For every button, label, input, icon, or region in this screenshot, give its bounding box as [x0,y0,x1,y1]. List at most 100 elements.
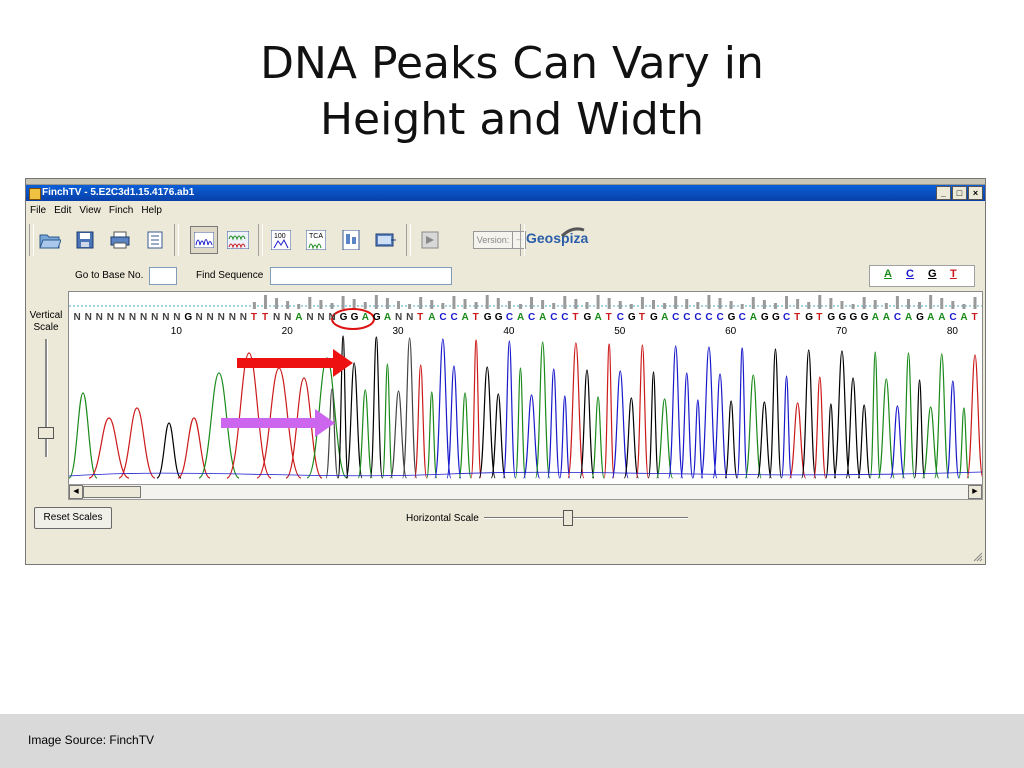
minimize-button[interactable]: _ [936,186,951,200]
base-call[interactable]: T [417,312,423,323]
horizontal-scale-slider-thumb[interactable] [563,510,573,526]
base-call[interactable]: T [794,312,800,323]
base-call[interactable]: A [661,312,668,323]
base-call[interactable]: A [883,312,890,323]
base-call[interactable]: N [173,312,180,323]
base-call[interactable]: G [583,312,591,323]
vertical-scale-slider-track[interactable] [45,339,48,457]
reset-scales-button[interactable]: Reset Scales [34,507,112,529]
base-call[interactable]: C [561,312,568,323]
base-call[interactable]: G [827,312,835,323]
base-call[interactable]: G [484,312,492,323]
base-call[interactable]: A [905,312,912,323]
base-call[interactable]: C [550,312,557,323]
base-call[interactable]: C [439,312,446,323]
base-call[interactable]: N [107,312,114,323]
legend-base-t[interactable]: T [950,268,957,280]
base-call[interactable]: A [462,312,469,323]
base-call[interactable]: G [861,312,869,323]
base-call[interactable]: C [672,312,679,323]
base-call[interactable]: C [528,312,535,323]
base-call[interactable]: G [351,312,359,323]
quality-100-button[interactable]: 100 [267,226,295,254]
base-call[interactable]: N [151,312,158,323]
close-button[interactable]: × [968,186,983,200]
base-call[interactable]: A [938,312,945,323]
base-call[interactable]: C [705,312,712,323]
base-call[interactable]: G [805,312,813,323]
base-call[interactable]: A [362,312,369,323]
base-call[interactable]: A [750,312,757,323]
base-call[interactable]: G [628,312,636,323]
base-call[interactable]: C [450,312,457,323]
base-call[interactable]: T [606,312,612,323]
base-call[interactable]: N [306,312,313,323]
base-call[interactable]: A [428,312,435,323]
multi-view-button[interactable] [224,226,252,254]
menu-view[interactable]: View [75,203,105,219]
blast-button[interactable] [416,226,444,254]
maximize-button[interactable]: □ [952,186,967,200]
base-call[interactable]: A [872,312,879,323]
base-call[interactable]: C [894,312,901,323]
base-call[interactable]: N [240,312,247,323]
go-to-base-input[interactable] [149,267,177,285]
base-call[interactable]: N [328,312,335,323]
chromatogram-view-button[interactable] [190,226,218,254]
base-call[interactable]: N [162,312,169,323]
base-call[interactable]: N [406,312,413,323]
base-call[interactable]: G [838,312,846,323]
tca-button[interactable]: TCA [302,226,330,254]
base-call[interactable]: N [195,312,202,323]
base-call[interactable]: N [118,312,125,323]
base-call[interactable]: A [927,312,934,323]
base-call[interactable]: N [96,312,103,323]
base-call[interactable]: C [949,312,956,323]
base-call[interactable]: G [495,312,503,323]
base-call[interactable]: C [783,312,790,323]
base-call[interactable]: A [595,312,602,323]
base-call[interactable]: A [384,312,391,323]
base-call[interactable]: G [916,312,924,323]
menu-file[interactable]: File [26,203,50,219]
vertical-scale-slider-thumb[interactable] [38,427,54,439]
base-call[interactable]: C [617,312,624,323]
scroll-right-arrow-icon[interactable]: ▶ [968,485,982,499]
sequence-button[interactable] [337,226,365,254]
horizontal-scrollbar[interactable]: ◀ ▶ [68,484,983,500]
base-call[interactable]: G [728,312,736,323]
scrollbar-thumb[interactable] [83,486,141,498]
base-call[interactable]: G [373,312,381,323]
base-call[interactable]: N [207,312,214,323]
base-call[interactable]: T [572,312,578,323]
base-call[interactable]: N [273,312,280,323]
horizontal-scale-slider-track[interactable] [484,517,688,519]
open-file-button[interactable] [36,226,64,254]
base-call[interactable]: A [295,312,302,323]
base-call[interactable]: C [683,312,690,323]
resize-grip-icon[interactable] [973,552,983,562]
scroll-left-arrow-icon[interactable]: ◀ [69,485,83,499]
base-call[interactable]: N [218,312,225,323]
base-call[interactable]: G [340,312,348,323]
legend-base-c[interactable]: C [906,268,914,280]
base-call[interactable]: A [960,312,967,323]
save-button[interactable] [71,226,99,254]
base-call[interactable]: T [262,312,268,323]
base-call[interactable]: G [761,312,769,323]
base-call[interactable]: N [85,312,92,323]
menu-help[interactable]: Help [137,203,166,219]
info-button[interactable] [141,226,169,254]
base-call[interactable]: N [317,312,324,323]
base-call[interactable]: N [229,312,236,323]
export-button[interactable] [372,226,400,254]
legend-base-a[interactable]: A [884,268,892,280]
base-call[interactable]: G [772,312,780,323]
base-call[interactable]: T [473,312,479,323]
base-call[interactable]: G [650,312,658,323]
base-call[interactable]: N [284,312,291,323]
legend-base-g[interactable]: G [928,268,937,280]
base-call[interactable]: T [972,312,978,323]
base-call[interactable]: T [816,312,822,323]
base-call[interactable]: C [506,312,513,323]
